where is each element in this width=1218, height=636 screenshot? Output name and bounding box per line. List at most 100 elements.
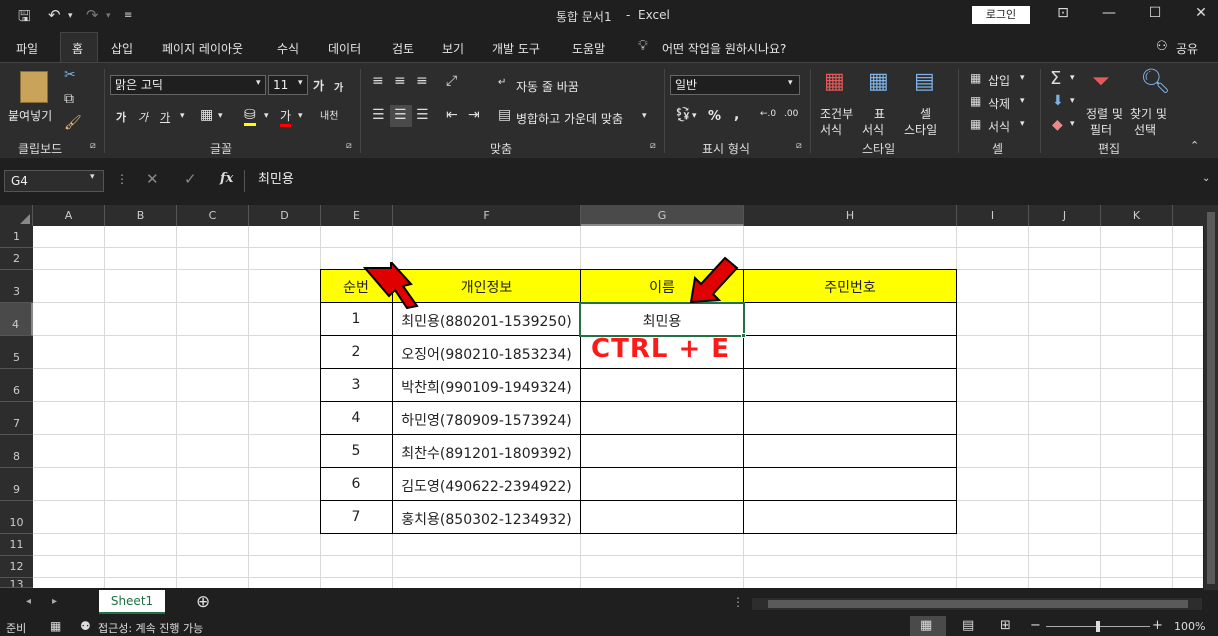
- accessibility-status[interactable]: 접근성: 계속 진행 가능: [98, 620, 203, 636]
- increase-font-icon[interactable]: 가: [313, 77, 324, 94]
- name-box[interactable]: G4: [4, 170, 104, 192]
- font-color-icon[interactable]: 가: [280, 107, 292, 127]
- accessibility-icon[interactable]: ⚉: [80, 619, 91, 633]
- clear-dropdown-icon[interactable]: ▾: [1070, 119, 1075, 129]
- paste-icon[interactable]: [20, 71, 48, 103]
- row-header[interactable]: 12: [0, 556, 33, 578]
- insert-function-icon[interactable]: fx: [220, 171, 233, 186]
- borders-dropdown-icon[interactable]: ▾: [218, 111, 223, 121]
- find-select-button[interactable]: 찾기 및: [1130, 105, 1167, 122]
- insert-cells-button[interactable]: 삽입: [988, 72, 1010, 89]
- table-cell-info[interactable]: 하민영(780909-1573924): [393, 410, 580, 430]
- align-left-icon[interactable]: ☰: [372, 107, 385, 123]
- alignment-launcher-icon[interactable]: ⧄: [650, 141, 656, 151]
- increase-indent-icon[interactable]: ⇥: [468, 107, 480, 123]
- page-layout-view-icon[interactable]: ▤: [962, 618, 974, 633]
- redo-dropdown-icon[interactable]: ▾: [106, 11, 111, 21]
- undo-dropdown-icon[interactable]: ▾: [68, 11, 73, 21]
- align-bottom-icon[interactable]: ≡: [416, 73, 428, 89]
- zoom-level[interactable]: 100%: [1174, 620, 1205, 633]
- align-top-icon[interactable]: ≡: [372, 73, 384, 89]
- table-cell-info[interactable]: 박찬희(990109-1949324): [393, 377, 580, 397]
- tab-help[interactable]: 도움말: [572, 40, 605, 57]
- close-icon[interactable]: ✕: [1186, 5, 1216, 21]
- row-header[interactable]: 3: [0, 270, 33, 303]
- row-header[interactable]: 9: [0, 468, 33, 501]
- tab-home[interactable]: 홈: [72, 40, 83, 57]
- cell-styles-button[interactable]: 셀: [920, 105, 931, 122]
- merge-center-button[interactable]: 병합하고 가운데 맞춤: [516, 110, 623, 127]
- formula-input[interactable]: 최민용: [248, 170, 1210, 192]
- vertical-scroll-thumb[interactable]: [1207, 212, 1215, 584]
- tab-formulas[interactable]: 수식: [277, 40, 299, 57]
- table-cell-info[interactable]: 오징어(980210-1853234): [393, 344, 580, 364]
- tab-review[interactable]: 검토: [392, 40, 414, 57]
- table-cell-number[interactable]: 1: [320, 311, 392, 327]
- enter-icon[interactable]: ✓: [184, 170, 197, 188]
- fill-color-icon[interactable]: ⛁: [244, 107, 256, 126]
- save-icon[interactable]: 🖫: [18, 6, 31, 31]
- tab-insert[interactable]: 삽입: [111, 40, 133, 57]
- phonetic-icon[interactable]: 내천: [320, 107, 338, 122]
- cell-styles-sub[interactable]: 스타일: [904, 121, 937, 138]
- tab-view[interactable]: 보기: [442, 40, 464, 57]
- row-header[interactable]: 2: [0, 248, 33, 270]
- table-cell-info[interactable]: 최찬수(891201-1809392): [393, 443, 580, 463]
- font-name-dropdown-icon[interactable]: ▾: [256, 78, 261, 88]
- clipboard-launcher-icon[interactable]: ⧄: [90, 141, 96, 151]
- tell-me-search[interactable]: 어떤 작업을 원하시나요?: [662, 40, 786, 57]
- comma-icon[interactable]: ,: [734, 107, 739, 123]
- underline-icon[interactable]: 가: [160, 109, 170, 125]
- macro-record-icon[interactable]: ▦: [50, 619, 61, 633]
- sort-filter-button[interactable]: 정렬 및: [1086, 105, 1123, 122]
- sheet-tab-sheet1[interactable]: Sheet1: [99, 590, 165, 614]
- horizontal-scroll-thumb[interactable]: [768, 600, 1188, 608]
- row-header[interactable]: 1: [0, 226, 33, 248]
- row-header[interactable]: 13: [0, 578, 33, 588]
- tab-split-icon[interactable]: ⋮: [732, 595, 744, 609]
- row-header[interactable]: 11: [0, 534, 33, 556]
- sort-filter-sub[interactable]: 필터: [1090, 121, 1112, 138]
- italic-icon[interactable]: 가: [138, 109, 148, 125]
- formula-bar-menu-icon[interactable]: ⋮: [116, 172, 128, 186]
- cancel-icon[interactable]: ✕: [146, 170, 159, 188]
- accounting-dropdown-icon[interactable]: ▾: [692, 111, 697, 121]
- number-format-dropdown-icon[interactable]: ▾: [788, 78, 793, 88]
- table-cell-number[interactable]: 4: [320, 410, 392, 426]
- decrease-decimal-icon[interactable]: .00: [784, 109, 798, 119]
- borders-icon[interactable]: ▦: [200, 107, 213, 123]
- header-cell-ssn[interactable]: 주민번호: [744, 277, 956, 297]
- merge-dropdown-icon[interactable]: ▾: [642, 111, 647, 121]
- increase-decimal-icon[interactable]: ←.0: [760, 109, 776, 119]
- number-format-select[interactable]: 일반: [670, 75, 800, 95]
- table-cell-number[interactable]: 7: [320, 509, 392, 525]
- tab-developer[interactable]: 개발 도구: [492, 40, 540, 57]
- row-header[interactable]: 7: [0, 402, 33, 435]
- worksheet-grid[interactable]: 순번 개인정보 이름 주민번호 1 최민용(880201-1539250) 최민…: [33, 226, 1203, 588]
- select-all-corner[interactable]: [0, 205, 33, 226]
- paste-button[interactable]: 붙여넣기: [8, 107, 52, 124]
- table-cell-number[interactable]: 5: [320, 443, 392, 459]
- redo-icon[interactable]: ↷: [86, 6, 99, 24]
- row-header[interactable]: 10: [0, 501, 33, 534]
- column-header[interactable]: D: [249, 205, 321, 226]
- clear-icon[interactable]: ◆: [1052, 117, 1063, 133]
- number-launcher-icon[interactable]: ⧄: [796, 141, 802, 151]
- tab-file[interactable]: 파일: [16, 40, 38, 57]
- fill-handle[interactable]: [741, 333, 746, 338]
- customize-toolbar-icon[interactable]: ≡: [124, 10, 132, 21]
- autosum-icon[interactable]: Σ: [1050, 68, 1061, 89]
- format-dropdown-icon[interactable]: ▾: [1020, 119, 1025, 129]
- row-header[interactable]: 6: [0, 369, 33, 402]
- zoom-slider-thumb[interactable]: [1096, 621, 1100, 632]
- format-as-table-sub[interactable]: 서식: [862, 121, 884, 138]
- conditional-formatting-sub[interactable]: 서식: [820, 121, 842, 138]
- column-header[interactable]: J: [1029, 205, 1101, 226]
- column-header[interactable]: F: [393, 205, 581, 226]
- column-header[interactable]: H: [744, 205, 957, 226]
- percent-icon[interactable]: %: [708, 109, 721, 124]
- format-as-table-button[interactable]: 표: [874, 105, 885, 122]
- align-center-icon[interactable]: ☰: [394, 107, 407, 123]
- decrease-indent-icon[interactable]: ⇤: [446, 107, 458, 123]
- format-cells-button[interactable]: 서식: [988, 118, 1010, 135]
